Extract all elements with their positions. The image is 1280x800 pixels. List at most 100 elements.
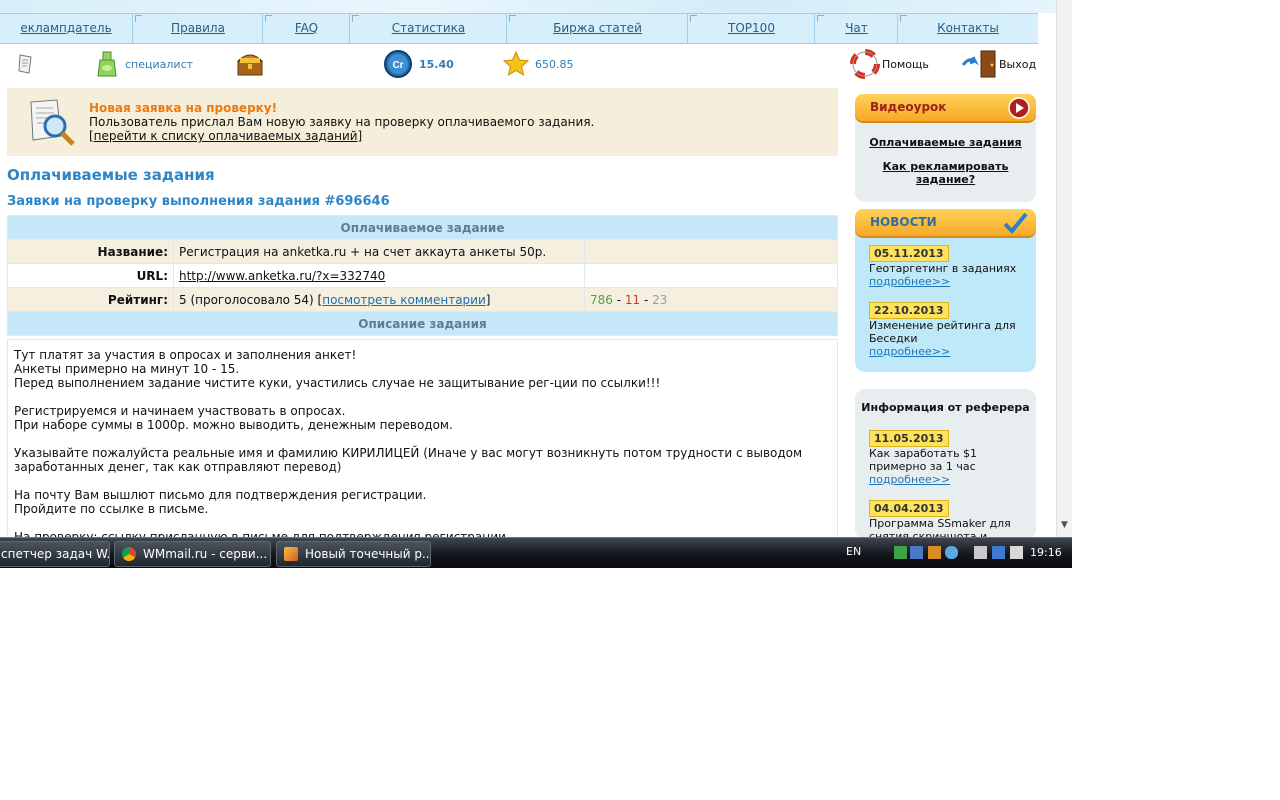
tray-app-icon[interactable] bbox=[928, 546, 941, 559]
nav-link-contacts[interactable]: Контакты bbox=[937, 21, 999, 35]
rating-text: 5 (проголосовало 54) [ bbox=[179, 292, 323, 307]
clock[interactable]: 19:16 bbox=[1030, 546, 1062, 559]
star-icon bbox=[502, 50, 530, 77]
task-url-row: URL: http://www.anketka.ru/?x=332740 bbox=[7, 263, 838, 288]
taskbar-task-manager[interactable]: спетчер задач W... bbox=[0, 541, 110, 567]
rating[interactable]: 650.85 bbox=[502, 44, 574, 84]
specialist-status[interactable]: специалист bbox=[94, 44, 193, 84]
tray-app-icon[interactable] bbox=[894, 546, 907, 559]
video-lesson-header: Видеоурок bbox=[855, 94, 1036, 121]
task-table: Оплачиваемое задание Название: Регистрац… bbox=[7, 215, 838, 336]
comments-link[interactable]: посмотреть комментарии bbox=[322, 293, 486, 307]
volume-icon[interactable] bbox=[1010, 546, 1023, 559]
votes-minus: 11 bbox=[624, 292, 641, 307]
taskbar-paint[interactable]: Новый точечный р... bbox=[276, 541, 431, 567]
nav-item-contacts[interactable]: Контакты bbox=[897, 14, 1038, 43]
main-nav: еклампдатель Правила FAQ Статистика Бирж… bbox=[0, 13, 1038, 44]
nav-link-chat[interactable]: Чат bbox=[845, 21, 868, 35]
task-url-cell: http://www.anketka.ru/?x=332740 bbox=[173, 263, 585, 288]
notice-title: Новая заявка на проверку! bbox=[89, 101, 278, 115]
nav-item-advertiser[interactable]: еклампдатель bbox=[0, 14, 132, 43]
news-box: НОВОСТИ 05.11.2013 Геотаргетинг в задани… bbox=[855, 209, 1036, 372]
nav-link-rules[interactable]: Правила bbox=[171, 21, 225, 35]
credits-value: 15.40 bbox=[419, 57, 454, 71]
notice-box: Новая заявка на проверку! Пользователь п… bbox=[7, 88, 838, 156]
referrer-title: Информация от реферера bbox=[861, 401, 1030, 414]
referrer-date: 04.04.2013 bbox=[869, 500, 949, 517]
windows-taskbar: спетчер задач W... WMmail.ru - серви... … bbox=[0, 537, 1072, 568]
user-bar: специалист Cr 15.40 650.85 Помощь Выход bbox=[0, 44, 1056, 84]
video-link-row-1: Оплачиваемые задания bbox=[855, 136, 1036, 149]
rating-value: 650.85 bbox=[535, 57, 574, 71]
task-rating-row: Рейтинг: 5 (проголосовало 54) [посмотрет… bbox=[7, 287, 838, 312]
treasure-chest-icon[interactable] bbox=[236, 44, 264, 84]
nav-item-articles[interactable]: Биржа статей bbox=[506, 14, 688, 43]
flask-icon bbox=[97, 51, 117, 77]
exit-link[interactable]: Выход bbox=[961, 44, 1036, 84]
referrer-more-link[interactable]: подробнее>> bbox=[869, 473, 950, 486]
video-paid-tasks-link[interactable]: Оплачиваемые задания bbox=[869, 136, 1021, 149]
news-date: 05.11.2013 bbox=[869, 245, 949, 262]
exit-door-icon bbox=[961, 50, 996, 78]
help-label: Помощь bbox=[882, 57, 929, 71]
taskbar-label: WMmail.ru - серви... bbox=[143, 547, 268, 561]
nav-link-articles[interactable]: Биржа статей bbox=[553, 21, 642, 35]
credits[interactable]: Cr 15.40 bbox=[383, 44, 454, 84]
taskbar-label: спетчер задач W... bbox=[1, 547, 110, 561]
scroll-paper-icon[interactable] bbox=[14, 44, 38, 84]
page-subtitle: Заявки на проверку выполнения задания #6… bbox=[7, 194, 390, 209]
news-more-link[interactable]: подробнее>> bbox=[869, 275, 950, 288]
magnifier-document-icon bbox=[30, 99, 75, 146]
paid-tasks-list-link[interactable]: [перейти к списку оплачиваемых заданий] bbox=[89, 129, 362, 143]
votes-sep: - bbox=[640, 292, 653, 307]
nav-link-faq[interactable]: FAQ bbox=[295, 21, 318, 35]
nav-link-advertiser[interactable]: еклампдатель bbox=[20, 21, 111, 35]
video-lesson-box: Видеоурок Оплачиваемые задания Как рекла… bbox=[855, 94, 1036, 202]
task-rating-cell: 5 (проголосовало 54) [посмотреть коммент… bbox=[173, 287, 585, 312]
nav-item-rules[interactable]: Правила bbox=[132, 14, 263, 43]
votes-neutral: 23 bbox=[652, 292, 668, 307]
help-link[interactable]: Помощь bbox=[850, 44, 929, 84]
nav-link-top100[interactable]: TOP100 bbox=[728, 21, 775, 35]
news-text: Геотаргетинг в заданиях bbox=[869, 262, 1017, 275]
nav-item-statistics[interactable]: Статистика bbox=[349, 14, 507, 43]
paint-icon bbox=[284, 547, 298, 561]
referrer-info-box: Информация от реферера 11.05.2013 Как за… bbox=[855, 389, 1036, 543]
checkmark-icon bbox=[1003, 212, 1028, 234]
network-icon[interactable] bbox=[910, 546, 923, 559]
usb-icon[interactable] bbox=[974, 546, 987, 559]
tray-app-icon[interactable] bbox=[945, 546, 958, 559]
video-lesson-title: Видеоурок bbox=[870, 100, 947, 114]
news-text: Изменение рейтинга для Беседки bbox=[869, 319, 1016, 345]
task-header: Оплачиваемое задание bbox=[7, 215, 838, 240]
system-tray: EN 19:16 bbox=[836, 538, 1072, 568]
rating-label: Рейтинг: bbox=[7, 287, 174, 312]
page-title: Оплачиваемые задания bbox=[7, 166, 215, 184]
description-header-row: Описание задания bbox=[7, 311, 838, 336]
rating-close: ] bbox=[485, 292, 491, 307]
site-banner bbox=[0, 0, 1056, 13]
play-icon[interactable] bbox=[1008, 97, 1030, 119]
chrome-icon bbox=[122, 547, 136, 561]
language-indicator[interactable]: EN bbox=[846, 545, 861, 558]
news-more-link[interactable]: подробнее>> bbox=[869, 345, 950, 358]
nav-item-faq[interactable]: FAQ bbox=[262, 14, 350, 43]
status-label: специалист bbox=[125, 57, 194, 71]
lifebuoy-icon bbox=[850, 49, 880, 79]
task-url-link[interactable]: http://www.anketka.ru/?x=332740 bbox=[179, 269, 385, 283]
nav-link-statistics[interactable]: Статистика bbox=[392, 21, 466, 35]
task-name: Регистрация на anketka.ru + на счет акка… bbox=[173, 239, 585, 264]
scroll-down-arrow-icon[interactable]: ▼ bbox=[1061, 520, 1068, 530]
nav-item-chat[interactable]: Чат bbox=[814, 14, 898, 43]
news-header: НОВОСТИ bbox=[855, 209, 1036, 236]
video-how-to-advertise-link[interactable]: Как рекламировать задание? bbox=[883, 160, 1009, 186]
empty-cell bbox=[584, 263, 838, 288]
nav-item-top100[interactable]: TOP100 bbox=[687, 14, 815, 43]
url-label: URL: bbox=[7, 263, 174, 288]
vertical-scrollbar[interactable]: ▼ bbox=[1056, 0, 1072, 537]
taskbar-wmmail-chrome[interactable]: WMmail.ru - серви... bbox=[114, 541, 271, 567]
taskbar-label: Новый точечный р... bbox=[305, 547, 431, 561]
network-status-icon[interactable] bbox=[992, 546, 1005, 559]
votes-sep: - bbox=[612, 292, 625, 307]
notice-link-row: [перейти к списку оплачиваемых заданий] bbox=[89, 129, 362, 143]
